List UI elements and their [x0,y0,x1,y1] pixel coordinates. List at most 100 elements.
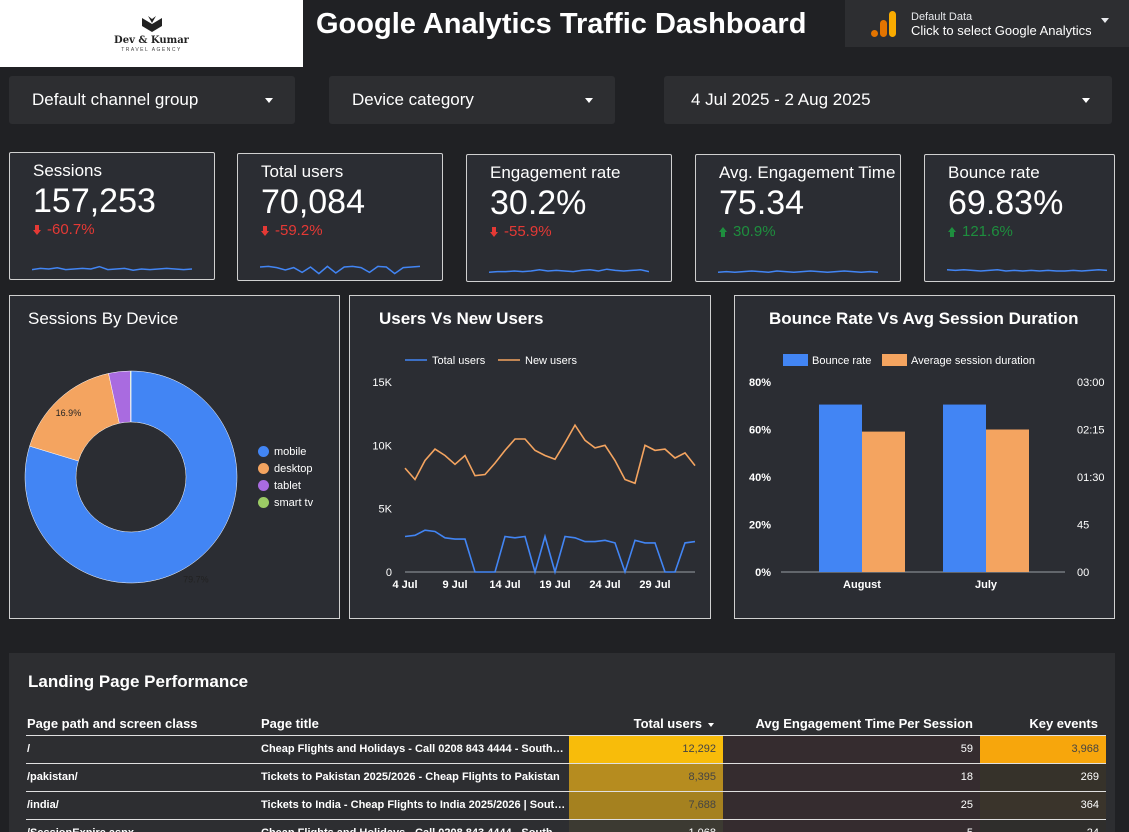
col-header-total-users[interactable]: Total users [569,716,714,731]
legend-label: Total users [432,355,486,367]
kpi-value: 70,084 [261,183,365,221]
cell-avg-engagement: 25 [723,792,980,819]
x-tick-label: 29 Jul [639,579,670,591]
kpi-value: 157,253 [33,182,156,220]
kpi-delta: 121.6% [948,223,1114,240]
kpi-delta-value: -60.7% [47,221,95,238]
legend-label: Average session duration [911,355,1035,367]
cell-total-users: 12,292 [569,736,723,763]
right-axis-tick: 01:30 [1077,472,1105,484]
table-row[interactable]: /SessionExpire.aspx Cheap Flights and Hol… [26,819,1106,832]
cell-page-title: Tickets to India - Cheap Flights to Indi… [261,799,566,811]
kpi-label: Bounce rate [948,163,1040,182]
col-header-path[interactable]: Page path and screen class [27,716,198,731]
kpi-delta: 30.9% [719,223,900,240]
y-tick-label: 10K [372,440,392,452]
y-tick-label: 0 [386,567,392,579]
data-source-selector[interactable]: Default Data Click to select Google Anal… [845,0,1129,47]
legend-item-mobile[interactable]: mobile [258,443,313,460]
legend-label: New users [525,355,577,367]
arrow-down-icon [261,225,269,236]
cell-key-events: 364 [980,792,1106,819]
col-header-key-events[interactable]: Key events [979,716,1098,731]
sparkline-series [260,265,420,275]
left-axis-tick: 80% [749,377,771,389]
chevron-down-icon [585,98,593,103]
cell-total-users: 1,068 [569,820,723,832]
bar-august-average-session-duration[interactable] [862,431,905,572]
y-tick-label: 5K [379,504,393,516]
x-tick-label: 19 Jul [539,579,570,591]
channel-group-filter[interactable]: Default channel group [9,76,295,124]
legend-item-desktop[interactable]: desktop [258,460,313,477]
col-header-title[interactable]: Page title [261,716,319,731]
cell-key-events: 24 [980,820,1106,832]
cell-avg-engagement: 5 [723,820,980,832]
legend-swatch [258,480,269,491]
date-range-label: 4 Jul 2025 - 2 Aug 2025 [691,90,871,109]
cell-page-path: /pakistan/ [27,771,78,783]
legend-item-smart-tv[interactable]: smart tv [258,494,313,511]
col-header-avg-engagement[interactable]: Avg Engagement Time Per Session [723,716,973,731]
donut-slice-label: 79.7% [183,575,209,585]
donut-slice-smart-tv[interactable] [130,370,132,423]
x-tick-label: 9 Jul [442,579,467,591]
kpi-card-engagement-rate: Engagement rate 30.2% -55.9% [466,154,672,282]
left-axis-tick: 40% [749,472,771,484]
bar-august-bounce-rate[interactable] [819,404,862,572]
kpi-delta-value: 30.9% [733,223,776,240]
category-label: July [975,579,998,591]
right-axis-tick: 03:00 [1077,377,1105,389]
book-logo-icon [141,16,162,32]
date-range-picker[interactable]: 4 Jul 2025 - 2 Aug 2025 [664,76,1112,124]
sparkline-series [947,269,1107,272]
legend-swatch [258,497,269,508]
arrow-down-icon [33,224,41,235]
table-row[interactable]: /india/Tickets to India - Cheap Flights … [26,791,1106,819]
brand-name: Dev & Kumar [114,35,189,46]
users-vs-new-users-panel: Users Vs New Users 0 5K 10K 15K 4 Jul 9 Jul 14… [349,295,711,619]
kpi-value: 69.83% [948,184,1064,222]
left-axis-tick: 60% [749,425,771,437]
sparkline-series [718,270,878,273]
kpi-card-bounce-rate: Bounce rate 69.83% 121.6% [924,154,1115,282]
legend-label: tablet [274,479,301,492]
legend-swatch [258,446,269,457]
cell-page-path: /SessionExpire.aspx [27,820,252,832]
bar-july-average-session-duration[interactable] [986,429,1029,573]
table-row[interactable]: /pakistan/Tickets to Pakistan 2025/2026 … [26,763,1106,791]
legend-swatch [783,354,808,366]
sparkline-series [489,268,649,273]
right-axis-tick: 45 [1077,520,1089,532]
bounce-duration-bar-chart: Bounce rate Average session duration 0% 20%… [749,354,1105,591]
cell-page-path: / [27,743,31,755]
cell-page-title: Tickets to Pakistan 2025/2026 - Cheap Fl… [261,771,560,783]
kpi-value: 75.34 [719,184,805,222]
cell-key-events: 3,968 [980,736,1106,763]
table-row[interactable]: / Cheap Flights and Holidays - Call 0208 … [26,735,1106,763]
dashboard-title: Google Analytics Traffic Dashboard [316,8,807,40]
kpi-label: Avg. Engagement Time [719,163,896,182]
legend-label: mobile [274,445,307,458]
x-tick-label: 24 Jul [589,579,620,591]
line-series-new-users[interactable] [404,423,696,485]
line-series-total-users[interactable] [404,529,696,575]
chevron-down-icon [1101,18,1109,23]
donut-slice-label: 16.9% [56,408,82,418]
device-category-label: Device category [352,90,474,109]
bar-july-bounce-rate[interactable] [943,404,986,572]
legend-item-tablet[interactable]: tablet [258,477,313,494]
x-tick-label: 14 Jul [489,579,520,591]
sparkline-series [32,265,192,271]
landing-page-table: Landing Page Performance Page path and s… [9,653,1115,832]
device-category-filter[interactable]: Device category [329,76,615,124]
kpi-label: Total users [261,162,344,181]
kpi-delta-value: -59.2% [275,222,323,239]
kpi-delta-value: -55.9% [504,223,552,240]
data-source-title: Default Data [911,10,973,23]
sort-desc-icon [708,722,714,727]
users-line-chart: 0 5K 10K 15K 4 Jul 9 Jul 14 Jul 19 Jul 24 Jul 29 … [372,355,696,591]
kpi-delta-value: 121.6% [962,223,1013,240]
kpi-sparkline [260,265,420,275]
cell-total-users: 7,688 [569,792,723,819]
